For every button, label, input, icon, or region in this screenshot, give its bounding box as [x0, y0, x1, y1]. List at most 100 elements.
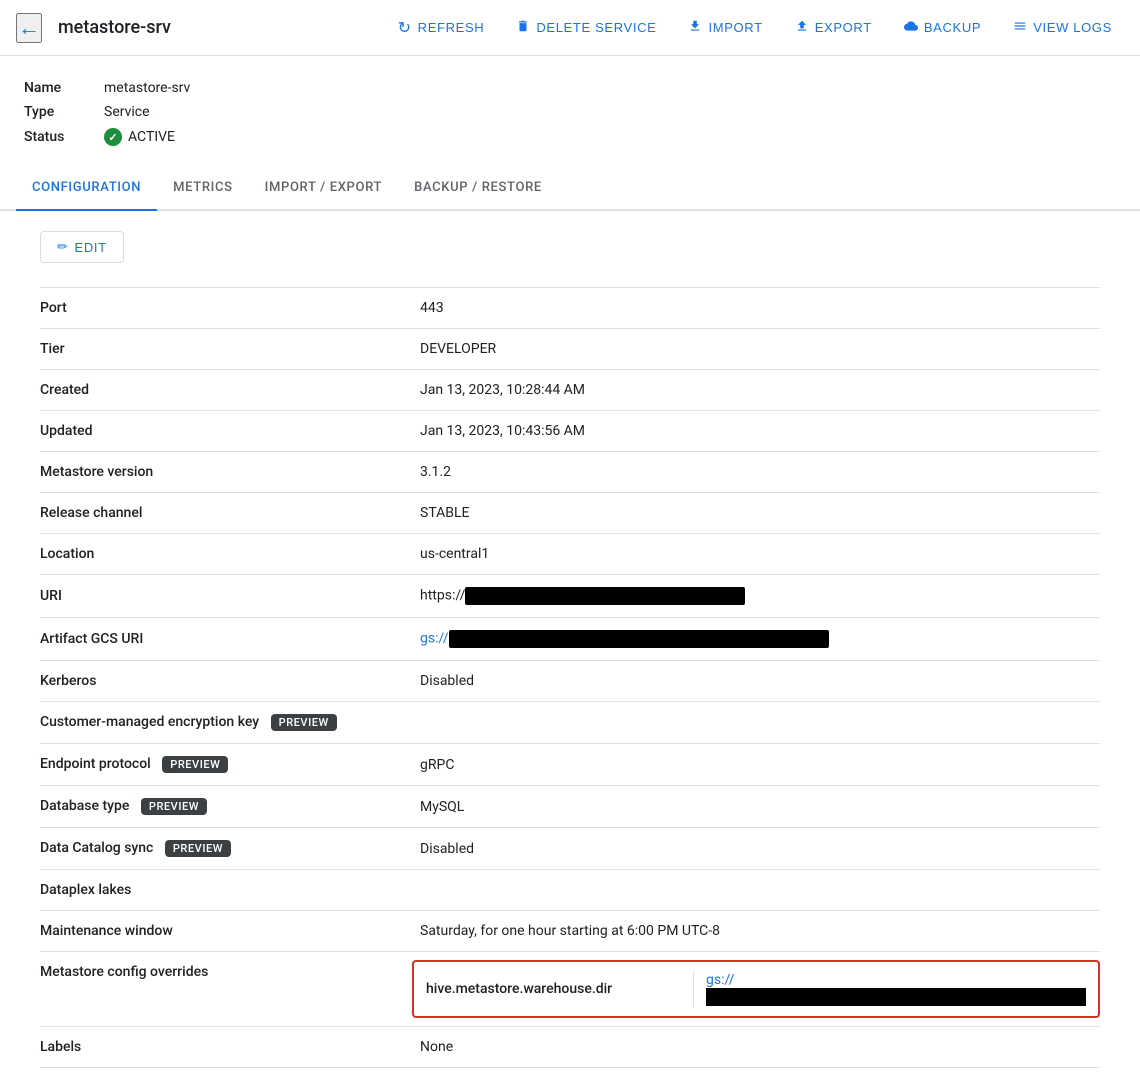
view-logs-label: VIEW LOGS [1033, 20, 1112, 35]
field-key: Database type PREVIEW [40, 786, 412, 828]
table-row: Database type PREVIEW MySQL [40, 786, 1100, 828]
table-row: Artifact GCS URI gs:// [40, 618, 1100, 661]
field-key: Release channel [40, 493, 412, 534]
field-value: STABLE [412, 493, 1100, 534]
field-key: Artifact GCS URI [40, 618, 412, 661]
type-value: Service [104, 100, 202, 124]
field-key: Labels [40, 1027, 412, 1068]
delete-label: DELETE SERVICE [536, 20, 656, 35]
field-value [412, 702, 1100, 744]
override-value: gs:// [694, 962, 1098, 1016]
pencil-icon: ✏ [57, 239, 69, 255]
status-text: ACTIVE [128, 129, 175, 145]
field-value: MySQL [412, 786, 1100, 828]
field-key: Location [40, 534, 412, 575]
table-row: Customer-managed encryption key PREVIEW [40, 702, 1100, 744]
field-value: Jan 13, 2023, 10:28:44 AM [412, 370, 1100, 411]
table-row: Metastore version 3.1.2 [40, 452, 1100, 493]
override-container: hive.metastore.warehouse.dir gs:// [412, 960, 1100, 1018]
field-key: Kerberos [40, 661, 412, 702]
field-key: Tier [40, 329, 412, 370]
field-key: Data Catalog sync PREVIEW [40, 828, 412, 870]
field-key: Endpoint protocol PREVIEW [40, 744, 412, 786]
tab-metrics[interactable]: METRICS [157, 166, 249, 211]
artifact-gcs-link[interactable]: gs:// [420, 631, 449, 647]
header: ← metastore-srv ↻ REFRESH DELETE SERVICE… [0, 0, 1140, 56]
type-label: Type [24, 100, 104, 124]
field-value: Jan 13, 2023, 10:43:56 AM [412, 411, 1100, 452]
tabs: CONFIGURATION METRICS IMPORT / EXPORT BA… [0, 166, 1140, 211]
import-icon [688, 19, 702, 36]
export-button[interactable]: EXPORT [783, 13, 884, 42]
preview-badge: PREVIEW [141, 798, 207, 815]
tab-import-export[interactable]: IMPORT / EXPORT [249, 166, 398, 211]
import-button[interactable]: IMPORT [676, 13, 774, 42]
table-row: Endpoint protocol PREVIEW gRPC [40, 744, 1100, 786]
logs-icon [1013, 19, 1027, 36]
uri-prefix: https:// [420, 588, 465, 604]
field-value: 443 [412, 288, 1100, 329]
tab-backup-restore[interactable]: BACKUP / RESTORE [398, 166, 558, 211]
edit-label: EDIT [75, 240, 107, 255]
name-value: metastore-srv [104, 76, 202, 100]
edit-button[interactable]: ✏ EDIT [40, 231, 124, 263]
table-row: Created Jan 13, 2023, 10:28:44 AM [40, 370, 1100, 411]
field-value: DEVELOPER [412, 329, 1100, 370]
backup-label: BACKUP [924, 20, 981, 35]
field-key: Customer-managed encryption key PREVIEW [40, 702, 412, 744]
delete-service-button[interactable]: DELETE SERVICE [504, 13, 668, 42]
table-row: Metastore config overrides hive.metastor… [40, 952, 1100, 1027]
table-row: URI https:// [40, 575, 1100, 618]
field-key: Updated [40, 411, 412, 452]
table-row: Location us-central1 [40, 534, 1100, 575]
field-key: Maintenance window [40, 911, 412, 952]
export-label: EXPORT [815, 20, 872, 35]
field-key: URI [40, 575, 412, 618]
field-value: Disabled [412, 661, 1100, 702]
preview-badge: PREVIEW [165, 840, 231, 857]
field-value: Saturday, for one hour starting at 6:00 … [412, 911, 1100, 952]
table-row: Data Catalog sync PREVIEW Disabled [40, 828, 1100, 870]
header-actions: ↻ REFRESH DELETE SERVICE IMPORT EXPORT [386, 12, 1124, 44]
refresh-button[interactable]: ↻ REFRESH [386, 12, 497, 44]
uri-redacted [465, 587, 745, 605]
back-icon: ← [18, 15, 40, 41]
field-value: hive.metastore.warehouse.dir gs:// [412, 952, 1100, 1027]
artifact-gcs-redacted [449, 630, 829, 648]
view-logs-button[interactable]: VIEW LOGS [1001, 13, 1124, 42]
tab-configuration[interactable]: CONFIGURATION [16, 166, 157, 211]
import-label: IMPORT [708, 20, 762, 35]
field-key: Metastore config overrides [40, 952, 412, 1027]
table-row: Labels None [40, 1027, 1100, 1068]
override-redacted [706, 988, 1086, 1006]
service-title: metastore-srv [58, 17, 171, 38]
status-icon [104, 128, 122, 146]
back-button[interactable]: ← [16, 13, 42, 43]
status-value: ACTIVE [104, 124, 202, 150]
preview-badge: PREVIEW [162, 756, 228, 773]
field-key: Dataplex lakes [40, 870, 412, 911]
refresh-label: REFRESH [418, 20, 485, 35]
table-row: Kerberos Disabled [40, 661, 1100, 702]
config-table: Port 443 Tier DEVELOPER Created Jan 13, … [40, 287, 1100, 1068]
table-row: Release channel STABLE [40, 493, 1100, 534]
field-value: 3.1.2 [412, 452, 1100, 493]
field-value: https:// [412, 575, 1100, 618]
field-key: Created [40, 370, 412, 411]
field-value: Disabled [412, 828, 1100, 870]
service-info: Name metastore-srv Type Service Status A… [0, 56, 1140, 166]
field-value: us-central1 [412, 534, 1100, 575]
status-label: Status [24, 124, 104, 150]
delete-icon [516, 19, 530, 36]
field-value: gs:// [412, 618, 1100, 661]
name-label: Name [24, 76, 104, 100]
table-row: Tier DEVELOPER [40, 329, 1100, 370]
field-value: gRPC [412, 744, 1100, 786]
content-area: ✏ EDIT Port 443 Tier DEVELOPER Created J… [0, 211, 1140, 1088]
backup-button[interactable]: BACKUP [892, 13, 993, 42]
export-icon [795, 19, 809, 36]
preview-badge: PREVIEW [271, 714, 337, 731]
field-value [412, 870, 1100, 911]
table-row: Port 443 [40, 288, 1100, 329]
backup-icon [904, 19, 918, 36]
